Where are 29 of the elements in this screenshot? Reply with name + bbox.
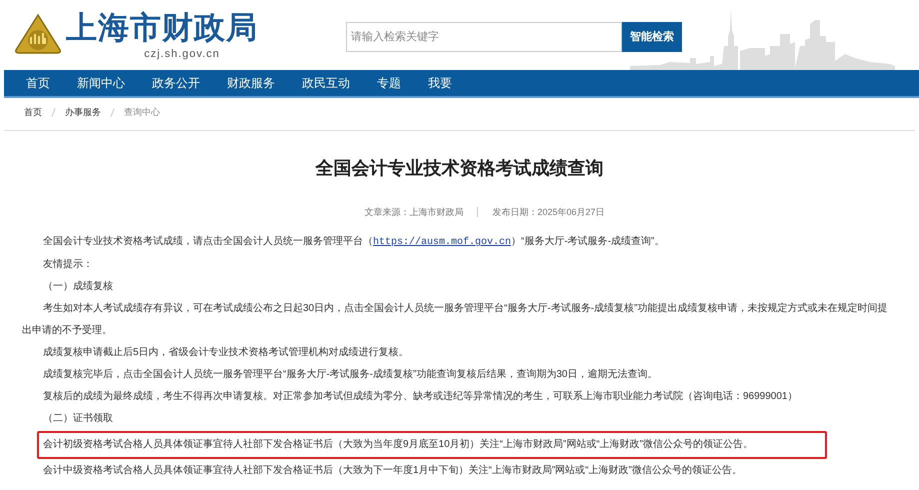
- paragraph: 成绩复核申请截止后5日内，省级会计专业技术资格考试管理机构对成绩进行复核。: [42, 346, 410, 360]
- emblem-logo-icon: [14, 14, 62, 54]
- nav-link[interactable]: 首页: [26, 74, 50, 92]
- article-source: 文章来源：上海市财政局: [364, 206, 464, 218]
- paragraph: 全国会计专业技术资格考试成绩，请点击全国会计人员统一服务管理平台（https://ausm.mof.gov.cn）“服务大厅-考试服务-成绩查询”。: [42, 234, 666, 250]
- paragraph: 考生如对本人考试成绩存有异议，可在考试成绩公布之日起30日内，点击全国会计人员统一服务管理平台“服务大厅-考试服务-成绩复核”功能提出成绩复核申请，未按规定方式或未在规定时间提出申请的不予受理。: [22, 302, 888, 338]
- nav-link[interactable]: 政务公开: [152, 74, 200, 92]
- search-field[interactable]: 请输入检索关键字: [346, 22, 622, 52]
- breadcrumb-link[interactable]: 首页: [24, 106, 42, 120]
- paragraph: 成绩复核完毕后，点击全国会计人员统一服务管理平台“服务大厅-考试服务-成绩复核”功能查询复核后结果，查询期为30日，逾期无法查询。: [42, 368, 658, 382]
- nav-link[interactable]: 政民互动: [302, 74, 350, 92]
- platform-link[interactable]: https://ausm.mof.gov.cn: [373, 237, 512, 248]
- paragraph: 会计中级资格考试合格人员具体领证事宜待人社部下发合格证书后（大致为下一年度1月中下旬）关注“上海市财政局”网站或“上海财政”微信公众号的领证公告。: [42, 464, 743, 478]
- nav-link[interactable]: 我要: [428, 74, 452, 92]
- site-title: 上海市财政局: [66, 10, 258, 46]
- article-title: 全国会计专业技术资格考试成绩查询: [314, 156, 604, 180]
- paragraph: 复核后的成绩为最终成绩，考生不得再次申请复核。对正常参加考试但成绩为零分、缺考或违纪等异常情况的考生，可联系上海市职业能力考试院（咨询电话：96999001）: [42, 390, 798, 404]
- nav-link[interactable]: 新闻中心: [77, 74, 125, 92]
- paragraph: （一）成绩复核: [42, 280, 114, 294]
- site-domain: czj.sh.gov.cn: [144, 47, 220, 62]
- breadcrumb-link[interactable]: 办事服务: [65, 106, 101, 120]
- paragraph: 会计初级资格考试合格人员具体领证事宜待人社部下发合格证书后（大致为当年度9月底至10月初）关注“上海市财政局”网站或“上海财政”微信公众号的领证公告。: [37, 431, 827, 459]
- paragraph: 友情提示：: [42, 258, 94, 272]
- search-button[interactable]: 智能检索: [622, 22, 682, 52]
- paragraph: （二）证书领取: [42, 412, 114, 426]
- nav-link[interactable]: 专题: [377, 74, 401, 92]
- breadcrumb-link[interactable]: 查询中心: [124, 106, 160, 120]
- nav-link[interactable]: 财政服务: [227, 74, 275, 92]
- publish-date: 发布日期：2025年06月27日: [492, 206, 605, 218]
